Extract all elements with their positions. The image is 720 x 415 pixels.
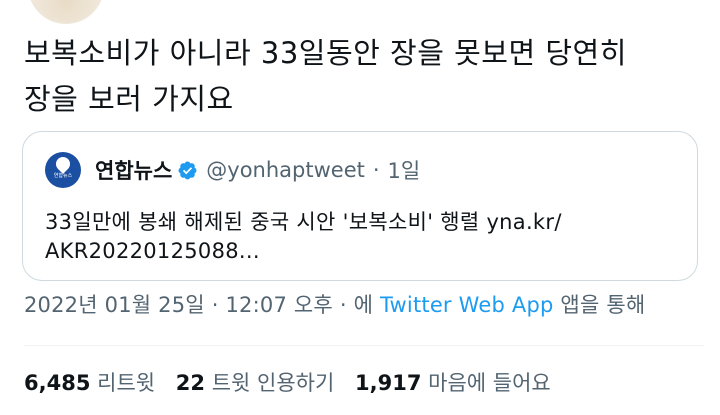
likes-count: 1,917 (355, 371, 422, 395)
quoted-tweet-header: 연합뉴스 연합뉴스 @yonhaptweet · 1일 (45, 152, 420, 188)
retweets-count: 6,485 (24, 371, 91, 395)
tweet-text-line-2: 장을 보러 가지요 (24, 82, 234, 116)
quotes-stat[interactable]: 22 트윗 인용하기 (176, 371, 335, 395)
tweet-date[interactable]: 2022년 01월 25일 (24, 293, 205, 317)
author-avatar[interactable] (28, 0, 104, 24)
tweet-text: 보복소비가 아니라 33일동안 장을 못보면 당연히 장을 보러 가지요 (24, 30, 704, 122)
via-prefix: · 에 (339, 293, 374, 317)
engagement-stats: 6,485 리트윗 22 트윗 인용하기 1,917 마음에 들어요 (24, 368, 551, 398)
logo-shape-icon (53, 154, 73, 174)
divider (24, 345, 704, 346)
tweet-time[interactable]: 12:07 오후 (225, 293, 332, 317)
via-suffix: 앱을 통해 (560, 293, 646, 317)
quoted-tweet-body: 33일만에 봉쇄 해제된 중국 시안 '보복소비' 행렬 yna.kr/ AKR… (45, 208, 675, 266)
quoted-handle[interactable]: @yonhaptweet (206, 158, 365, 182)
tweet-text-line-1: 보복소비가 아니라 33일동안 장을 못보면 당연히 (24, 36, 627, 70)
quotes-label: 트윗 인용하기 (211, 371, 335, 395)
verified-badge-icon (177, 160, 198, 181)
meta-separator: · (211, 293, 219, 317)
source-link[interactable]: Twitter Web App (380, 293, 554, 317)
yonhap-logo-avatar[interactable]: 연합뉴스 (45, 152, 81, 188)
quoted-body-line-1: 33일만에 봉쇄 해제된 중국 시안 '보복소비' 행렬 yna.kr/ (45, 210, 562, 234)
retweets-stat[interactable]: 6,485 리트윗 (24, 371, 155, 395)
likes-stat[interactable]: 1,917 마음에 들어요 (355, 371, 551, 395)
quoted-display-name[interactable]: 연합뉴스 (95, 155, 172, 185)
likes-label: 마음에 들어요 (428, 371, 551, 395)
quotes-count: 22 (175, 371, 206, 395)
header-separator: · (372, 158, 380, 182)
retweets-label: 리트윗 (97, 371, 156, 395)
quoted-body-line-2: AKR20220125088... (45, 239, 260, 263)
tweet-meta: 2022년 01월 25일 · 12:07 오후 · 에 Twitter Web… (24, 290, 645, 320)
quoted-time[interactable]: 1일 (388, 155, 421, 185)
quoted-tweet-card[interactable]: 연합뉴스 연합뉴스 @yonhaptweet · 1일 33일만에 봉쇄 해제된… (22, 131, 698, 281)
